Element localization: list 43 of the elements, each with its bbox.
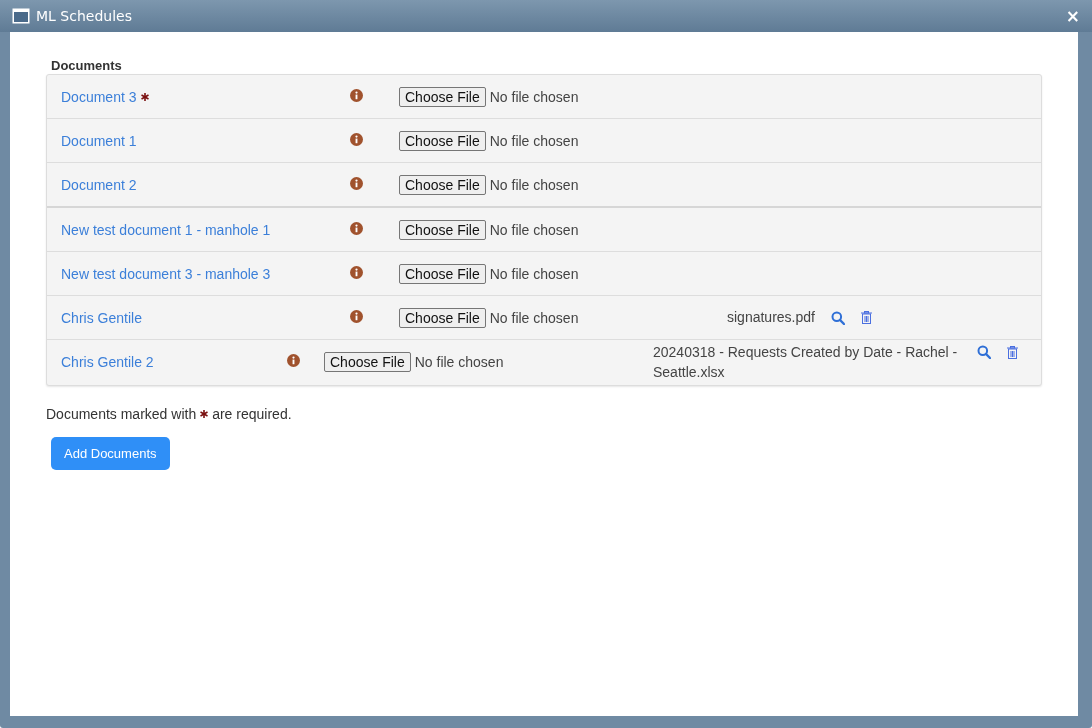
asterisk-icon xyxy=(200,409,209,418)
document-link[interactable]: Document 2 xyxy=(61,176,137,193)
file-status: No file chosen xyxy=(489,309,579,326)
info-icon[interactable] xyxy=(350,88,363,102)
search-icon[interactable] xyxy=(977,345,991,359)
info-icon[interactable] xyxy=(350,176,363,190)
choose-file-button[interactable]: Choose File xyxy=(324,352,411,373)
choose-file-button[interactable]: Choose File xyxy=(399,86,486,107)
info-icon[interactable] xyxy=(350,265,363,279)
file-status: No file chosen xyxy=(489,132,579,149)
section-title: Documents xyxy=(51,58,123,73)
note-text: are required. xyxy=(212,405,292,422)
info-icon[interactable] xyxy=(350,221,363,235)
document-link[interactable]: New test document 3 - manhole 3 xyxy=(61,265,271,282)
document-link[interactable]: Document 1 xyxy=(61,132,137,149)
document-link[interactable]: New test document 1 - manhole 1 xyxy=(61,221,271,238)
file-status: No file chosen xyxy=(489,176,579,193)
file-status: No file chosen xyxy=(489,221,579,238)
choose-file-button[interactable]: Choose File xyxy=(399,174,486,195)
window-icon xyxy=(12,8,30,24)
add-documents-button[interactable]: Add Documents xyxy=(51,436,170,470)
file-status: No file chosen xyxy=(489,88,579,105)
attachment-name: signatures.pdf xyxy=(727,308,815,328)
search-icon[interactable] xyxy=(830,310,845,325)
trash-icon[interactable] xyxy=(1007,345,1018,359)
trash-icon[interactable] xyxy=(860,311,872,324)
info-icon[interactable] xyxy=(287,354,300,368)
attachment-name: 20240318 - Requests Created by Date - Rachel - Seattle.xlsx xyxy=(653,343,959,383)
note-text: Documents marked with xyxy=(46,405,197,422)
choose-file-button[interactable]: Choose File xyxy=(399,307,486,328)
choose-file-button[interactable]: Choose File xyxy=(399,263,486,284)
info-icon[interactable] xyxy=(350,309,363,323)
info-icon[interactable] xyxy=(350,132,363,146)
window-title: ML Schedules xyxy=(36,8,133,24)
choose-file-button[interactable]: Choose File xyxy=(399,130,486,151)
document-link[interactable]: Chris Gentile 2 xyxy=(61,354,154,371)
close-button[interactable]: × xyxy=(1065,7,1080,25)
choose-file-button[interactable]: Choose File xyxy=(399,219,486,240)
document-link[interactable]: Document 3 xyxy=(61,88,137,105)
document-link[interactable]: Chris Gentile xyxy=(61,309,142,326)
file-status: No file chosen xyxy=(414,354,504,371)
asterisk-icon xyxy=(141,93,150,101)
file-status: No file chosen xyxy=(489,265,579,282)
